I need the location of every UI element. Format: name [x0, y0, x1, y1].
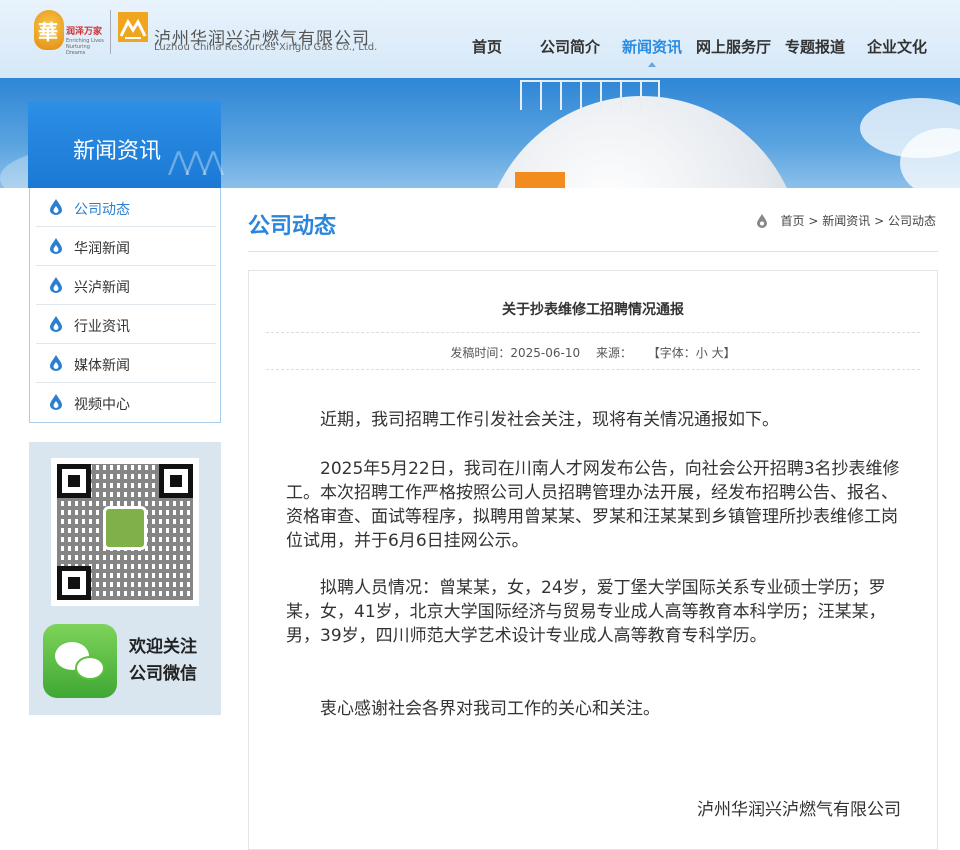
qr-mascot-icon — [103, 506, 147, 550]
sidebar-item-label: 视频中心 — [74, 397, 130, 413]
nav-about[interactable]: 公司简介 — [540, 36, 600, 57]
breadcrumb: 首页 > 新闻资讯 > 公司动态 — [756, 212, 936, 229]
breadcrumb-current[interactable]: 公司动态 — [888, 214, 936, 228]
sidebar-item-industry[interactable]: 行业资讯 — [36, 305, 216, 344]
sidebar-item-xinglu-news[interactable]: 兴泸新闻 — [36, 266, 216, 305]
article-meta: 发稿时间：2025-06-10 来源： 【字体：小 大】 — [249, 344, 937, 361]
site-header: 華 润泽万家 Enriching Lives Nurturing Dreams … — [0, 0, 960, 78]
crs-slogan-en: Enriching Lives Nurturing Dreams — [66, 38, 104, 56]
nav-active-caret-icon — [648, 62, 656, 67]
sidebar-item-label: 行业资讯 — [74, 319, 130, 335]
sidebar-item-label: 媒体新闻 — [74, 358, 130, 374]
article-panel: 关于抄表维修工招聘情况通报 发稿时间：2025-06-10 来源： 【字体：小 … — [248, 270, 938, 850]
wechat-follow-text: 欢迎关注 公司微信 — [129, 634, 197, 688]
flame-drop-icon — [50, 277, 62, 293]
qr-finder-mark — [159, 464, 193, 498]
breadcrumb-sep: > — [874, 214, 885, 228]
crs-slogan: 润泽万家 — [66, 27, 103, 37]
wechat-line2: 公司微信 — [129, 664, 197, 684]
article-date: 发稿时间：2025-06-10 — [450, 346, 581, 360]
flame-drop-icon — [50, 238, 62, 254]
breadcrumb-home[interactable]: 首页 — [781, 214, 805, 228]
nav-culture[interactable]: 企业文化 — [867, 36, 927, 57]
logo-divider — [110, 10, 111, 54]
site-logo[interactable]: 華 润泽万家 Enriching Lives Nurturing Dreams … — [34, 10, 394, 66]
breadcrumb-sep: > — [808, 214, 819, 228]
breadcrumb-news[interactable]: 新闻资讯 — [822, 214, 870, 228]
wechat-line1: 欢迎关注 — [129, 637, 197, 657]
sidebar-item-label: 公司动态 — [74, 202, 130, 218]
location-drop-icon — [756, 214, 767, 228]
article-paragraph: 近期，我司招聘工作引发社会关注，现将有关情况通报如下。 — [320, 410, 779, 430]
section-title: 新闻资讯 — [73, 139, 162, 164]
wechat-qr-code — [51, 458, 199, 606]
flame-drop-icon — [50, 355, 62, 371]
article-paragraph: 2025年5月22日，我司在川南人才网发布公告，向社会公开招聘3名抄表维修工。本… — [286, 459, 900, 551]
tank-railing — [520, 80, 660, 110]
flame-drop-icon — [50, 316, 62, 332]
section-title-box: 新闻资讯 ⋀⋀⋀ — [28, 101, 224, 188]
flame-drop-icon — [50, 199, 62, 215]
heading-divider — [248, 251, 938, 252]
article-source: 来源： — [595, 346, 632, 360]
wechat-icon — [43, 624, 117, 698]
crs-emblem-char: 華 — [38, 20, 58, 44]
company-mark-icon — [118, 12, 148, 42]
wechat-promo: 欢迎关注 公司微信 — [29, 442, 221, 715]
page-title: 公司动态 — [248, 214, 337, 239]
sidebar-item-cr-news[interactable]: 华润新闻 — [36, 227, 216, 266]
article-title: 关于抄表维修工招聘情况通报 — [502, 302, 684, 318]
meta-divider-top — [266, 332, 920, 333]
nav-online-service[interactable]: 网上服务厅 — [696, 36, 771, 57]
tank-logo — [515, 172, 565, 188]
sidebar-menu: 公司动态 华润新闻 兴泸新闻 行业资讯 媒体新闻 视频中心 — [29, 188, 221, 423]
sidebar-item-label: 兴泸新闻 — [74, 280, 130, 296]
flame-drop-icon — [50, 394, 62, 410]
meta-divider-bottom — [266, 369, 920, 370]
nav-news[interactable]: 新闻资讯 — [622, 36, 682, 57]
wave-decoration: ⋀⋀⋀ — [168, 147, 224, 177]
article-paragraph: 衷心感谢社会各界对我司工作的关心和关注。 — [320, 699, 660, 719]
company-name-en: Luzhou China Resources Xinglu Gas Co., L… — [154, 42, 378, 53]
sidebar-item-video[interactable]: 视频中心 — [36, 383, 216, 422]
article-signature: 泸州华润兴泸燃气有限公司 — [697, 800, 901, 820]
crs-emblem: 華 — [34, 10, 64, 50]
sidebar-item-company-news[interactable]: 公司动态 — [36, 188, 216, 227]
font-size-toggle[interactable]: 【字体：小 大】 — [648, 346, 736, 360]
article-paragraph: 拟聘人员情况：曾某某，女，24岁，爱丁堡大学国际关系专业硕士学历；罗某，女，41… — [286, 578, 886, 646]
sidebar-item-media[interactable]: 媒体新闻 — [36, 344, 216, 383]
qr-finder-mark — [57, 464, 91, 498]
nav-special-reports[interactable]: 专题报道 — [785, 36, 845, 57]
sidebar-item-label: 华润新闻 — [74, 241, 130, 257]
qr-finder-mark — [57, 566, 91, 600]
nav-home[interactable]: 首页 — [472, 36, 502, 57]
